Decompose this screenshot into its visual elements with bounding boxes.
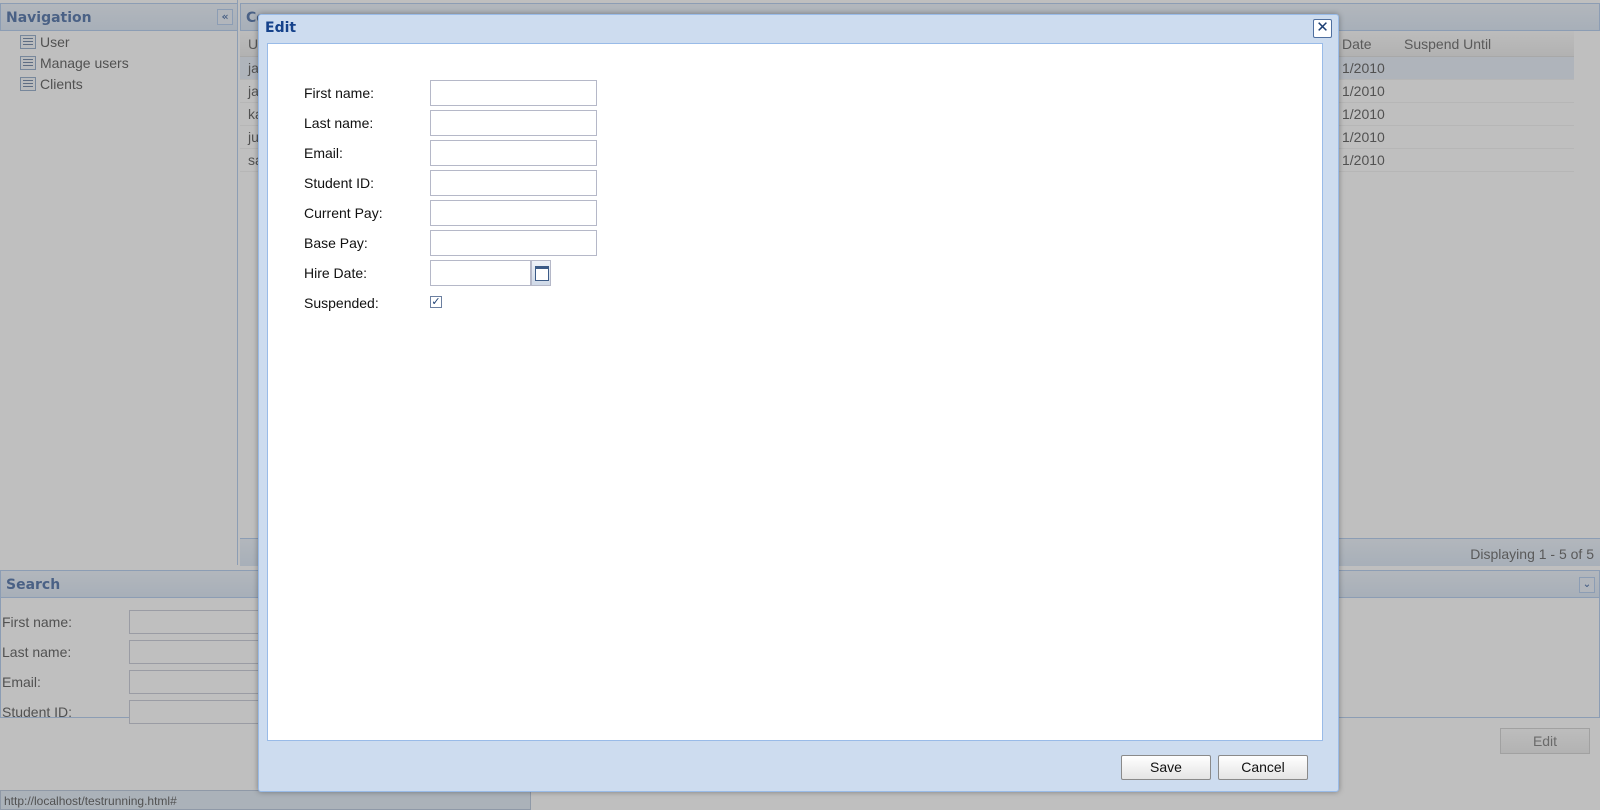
- first-name-input[interactable]: [430, 80, 597, 106]
- suspended-label: Suspended:: [304, 295, 379, 311]
- current-pay-label: Current Pay:: [304, 205, 383, 221]
- last-name-label: Last name:: [304, 115, 374, 131]
- dialog-title: Edit: [265, 20, 297, 36]
- last-name-input[interactable]: [430, 110, 597, 136]
- email-input[interactable]: [430, 140, 597, 166]
- base-pay-input[interactable]: [430, 230, 597, 256]
- hire-date-label: Hire Date:: [304, 265, 368, 281]
- cancel-button[interactable]: Cancel: [1218, 755, 1308, 780]
- current-pay-input[interactable]: [430, 200, 597, 226]
- dialog-form: First name: Last name: Email: Student ID…: [267, 43, 1323, 741]
- dialog-footer: Save Cancel: [259, 741, 1338, 791]
- suspended-checkbox[interactable]: ✓: [430, 296, 442, 308]
- close-icon[interactable]: ✕: [1313, 19, 1332, 38]
- first-name-label: First name:: [304, 85, 375, 101]
- save-button[interactable]: Save: [1121, 755, 1211, 780]
- email-label: Email:: [304, 145, 343, 161]
- edit-dialog: Edit ✕ First name: Last name: Email: Stu…: [258, 14, 1339, 792]
- student-id-input[interactable]: [430, 170, 597, 196]
- calendar-icon[interactable]: [531, 260, 551, 286]
- hire-date-input[interactable]: [430, 260, 531, 286]
- base-pay-label: Base Pay:: [304, 235, 368, 251]
- dialog-header[interactable]: Edit ✕: [259, 15, 1338, 43]
- student-id-label: Student ID:: [304, 175, 375, 191]
